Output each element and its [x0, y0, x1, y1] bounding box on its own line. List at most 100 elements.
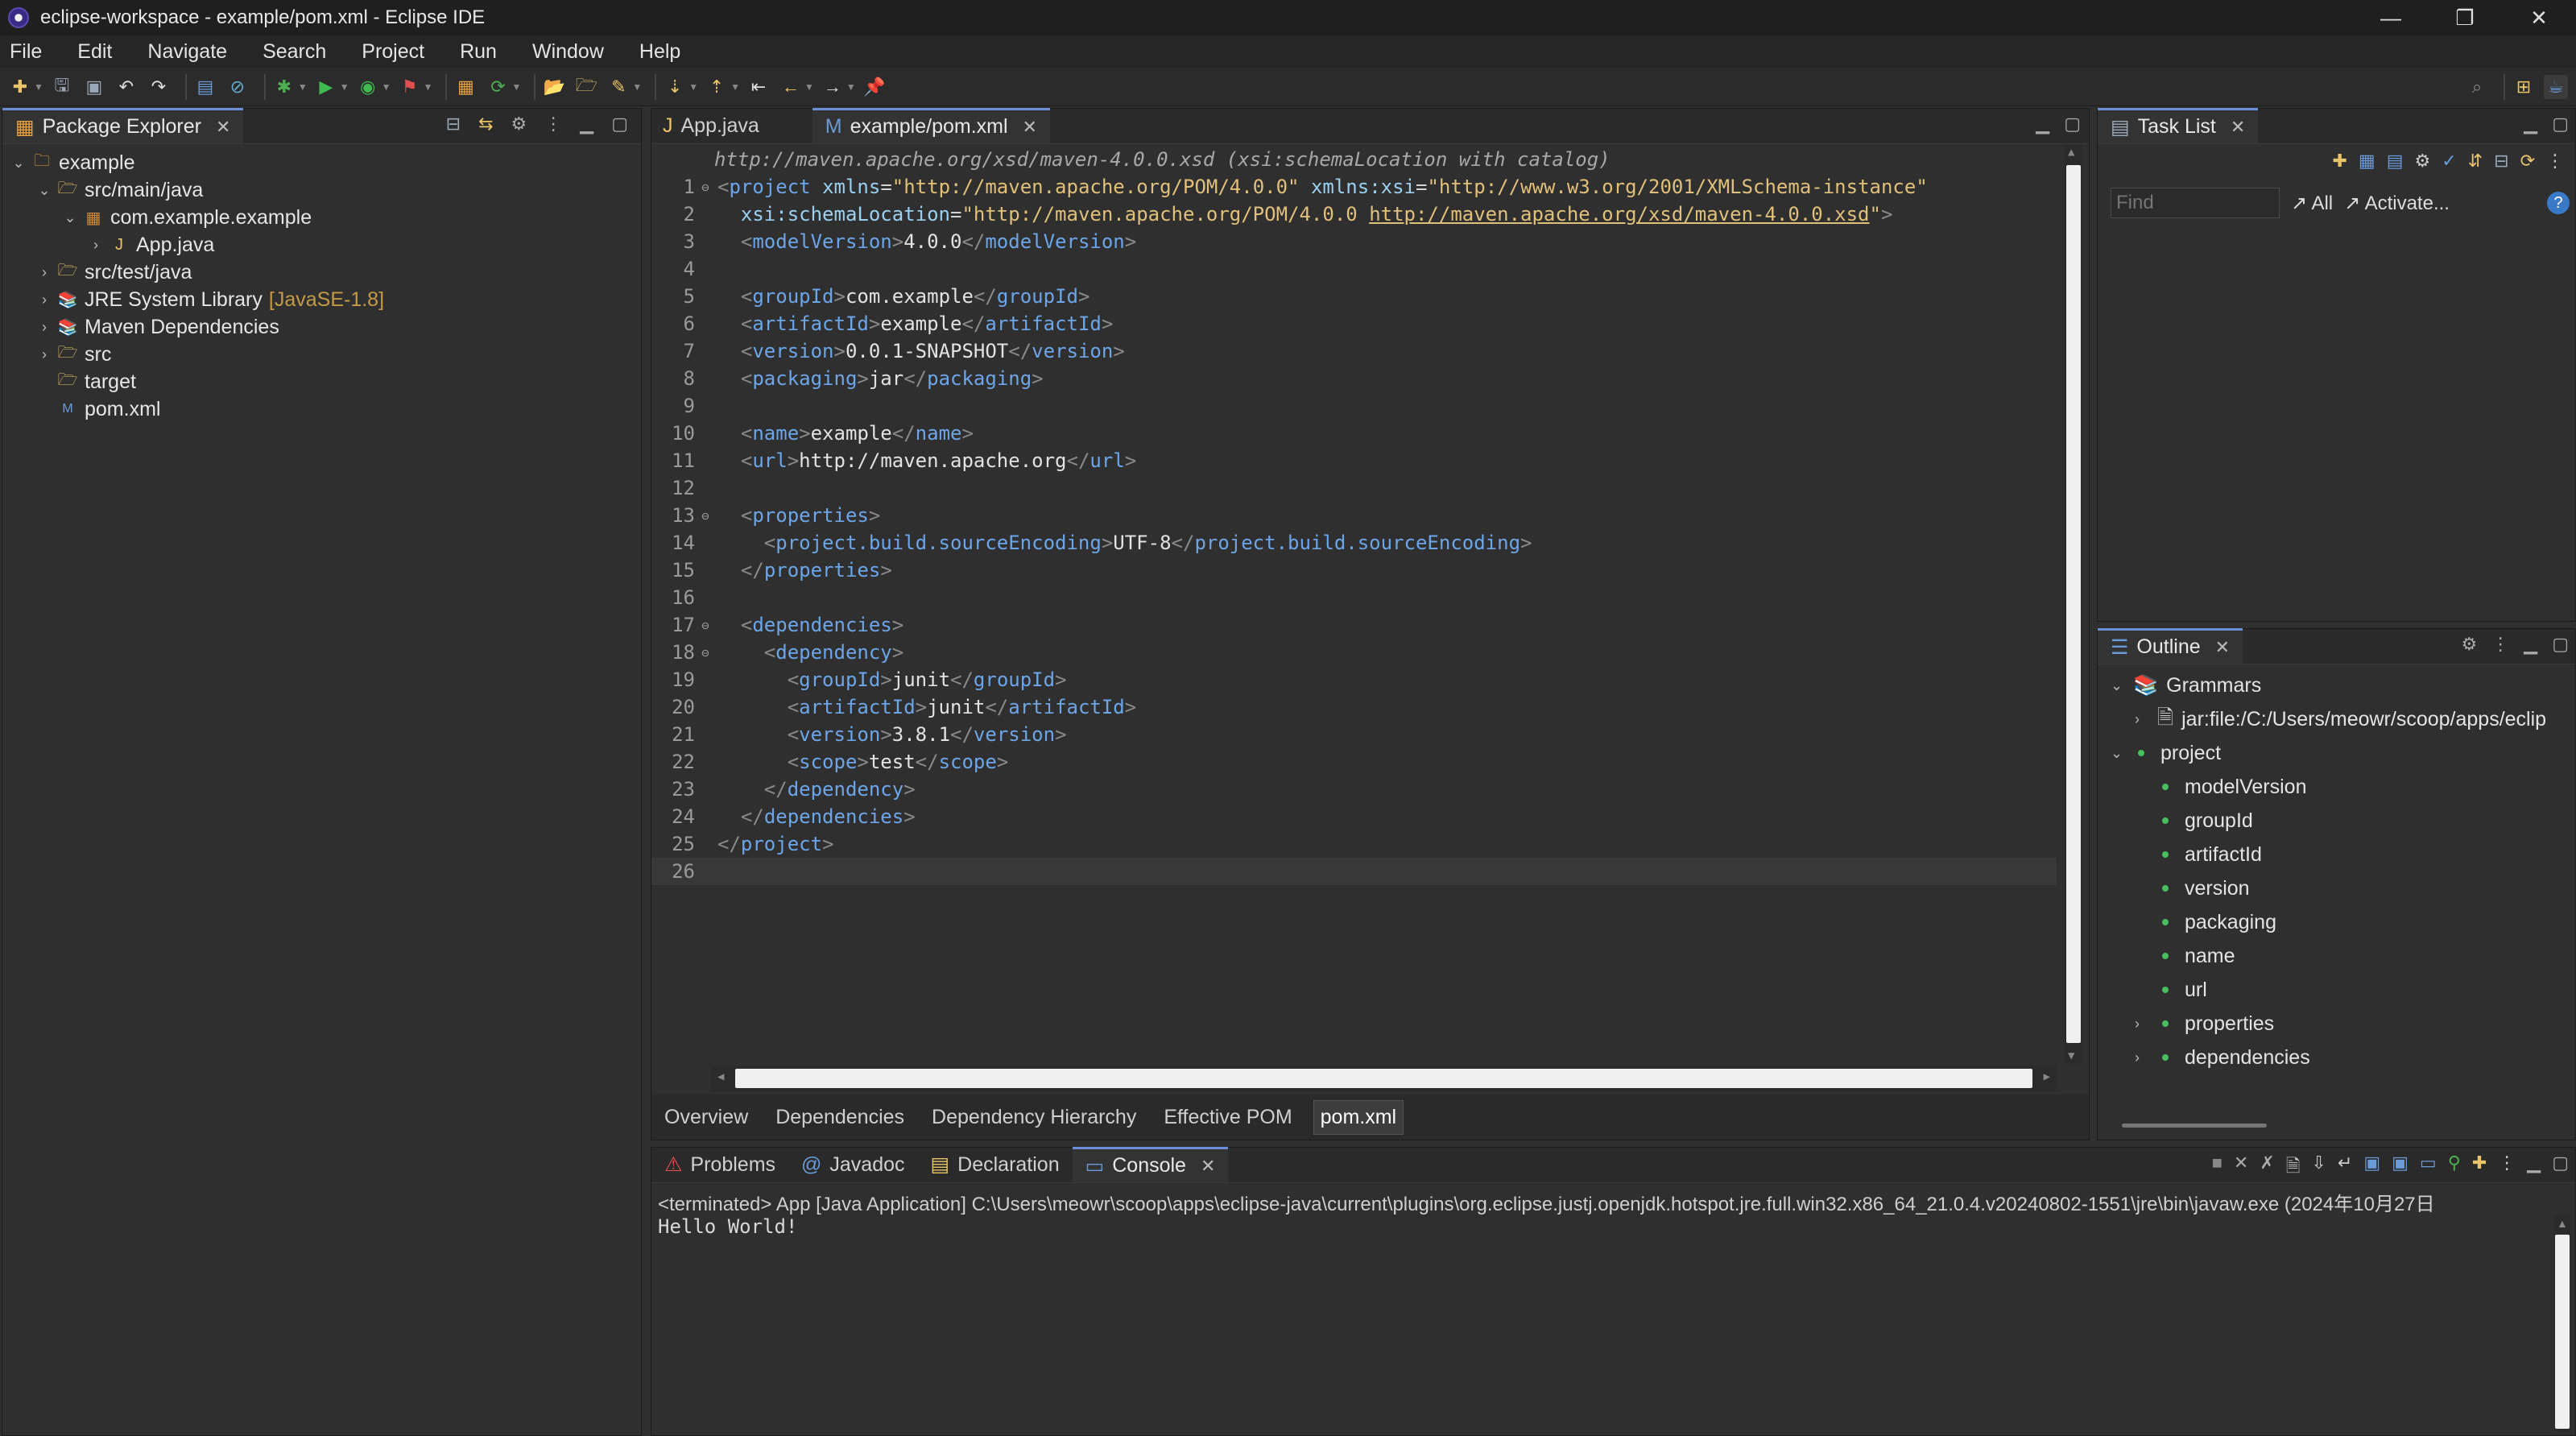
tree-item-target[interactable]: 🗁 target — [36, 368, 136, 395]
close-icon[interactable]: ✕ — [1023, 117, 1037, 138]
coverage-icon[interactable]: ◉ — [356, 75, 380, 99]
tab-declaration[interactable]: ▤ Declaration — [918, 1147, 1073, 1182]
chevron-right-icon[interactable]: › — [36, 264, 52, 281]
collapse-all-icon[interactable]: ⊟ — [2494, 151, 2508, 172]
outline-item-name[interactable]: name — [2157, 940, 2235, 972]
minimize-view-icon[interactable]: ▁ — [580, 114, 593, 134]
console-scrollbar[interactable]: ▲ — [2554, 1215, 2570, 1432]
forward-icon[interactable]: → — [821, 75, 845, 99]
outline-item-grammar-file[interactable]: › 🗎 jar:file:/C:/Users/meowr/scoop/apps/… — [2135, 703, 2546, 735]
fold-icon[interactable]: ⊖ — [698, 618, 713, 633]
save-icon[interactable]: 🖫 — [50, 75, 74, 99]
menu-run[interactable]: Run — [460, 40, 497, 64]
tab-task-list[interactable]: ▤ Task List ✕ — [2098, 108, 2259, 143]
menu-project[interactable]: Project — [362, 40, 424, 64]
chevron-right-icon[interactable]: › — [36, 292, 52, 308]
outline-item-properties[interactable]: › properties — [2135, 1008, 2274, 1040]
chevron-down-icon[interactable]: ⌄ — [10, 155, 27, 172]
console-output[interactable]: Hello World! — [658, 1215, 797, 1238]
view-menu-icon[interactable]: ⋮ — [544, 114, 562, 134]
vertical-scrollbar[interactable]: ▲ ▼ — [2065, 144, 2082, 1064]
link-with-editor-icon[interactable]: ⇆ — [478, 114, 493, 134]
minimize-view-icon[interactable]: ▁ — [2036, 114, 2049, 134]
tree-item-pom-xml[interactable]: M pom.xml — [36, 395, 160, 423]
menu-window[interactable]: Window — [532, 40, 604, 64]
tree-item-package[interactable]: ⌄ ▦ com.example.example — [62, 204, 312, 231]
scheduled-icon[interactable]: ▤ — [2387, 151, 2404, 172]
new-icon[interactable]: ✚ — [8, 75, 32, 99]
filter-icon[interactable]: ⚙ — [2462, 634, 2478, 655]
back-icon[interactable]: ← — [779, 75, 803, 99]
collapse-all-icon[interactable]: ⊟ — [446, 114, 461, 134]
tab-dependencies[interactable]: Dependencies — [769, 1101, 911, 1134]
tree-item-src-test-java[interactable]: › 🗁 src/test/java — [36, 259, 192, 286]
chevron-right-icon[interactable]: › — [36, 319, 52, 336]
remove-launch-icon[interactable]: ✕ — [2234, 1153, 2248, 1183]
menu-edit[interactable]: Edit — [77, 40, 112, 64]
next-annotation-icon[interactable]: ⇣ — [663, 75, 687, 99]
maximize-view-icon[interactable]: ▢ — [2552, 114, 2569, 134]
last-edit-location-icon[interactable]: ⇤ — [746, 75, 771, 99]
remove-all-terminated-icon[interactable]: ✗ — [2260, 1153, 2274, 1183]
outline-item-artifactid[interactable]: artifactId — [2157, 838, 2262, 871]
tree-item-app-java[interactable]: › J App.java — [88, 231, 214, 259]
previous-annotation-icon[interactable]: ⇡ — [705, 75, 729, 99]
minimize-view-icon[interactable]: ▁ — [2524, 634, 2537, 655]
focus-icon[interactable]: ⇵ — [2468, 151, 2483, 172]
clear-console-icon[interactable]: 🗎 — [2286, 1153, 2301, 1183]
debug-icon[interactable]: ✱ — [272, 75, 296, 99]
restore-button[interactable]: ❐ — [2428, 0, 2502, 35]
synchronize-icon[interactable]: ⟳ — [2520, 151, 2535, 172]
word-wrap-icon[interactable]: ↵ — [2338, 1153, 2352, 1183]
tab-outline[interactable]: ☰ Outline ✕ — [2098, 628, 2243, 664]
display-console-icon[interactable]: ▭ — [2420, 1153, 2437, 1183]
categorized-icon[interactable]: ▦ — [2359, 151, 2375, 172]
xml-source-editor[interactable]: http://maven.apache.org/xsd/maven-4.0.0.… — [651, 144, 2089, 1091]
outline-item-groupid[interactable]: groupId — [2157, 805, 2253, 837]
pin-console-icon[interactable]: ⚲ — [2448, 1153, 2461, 1183]
terminate-icon[interactable]: ■ — [2212, 1153, 2222, 1183]
terminal-icon[interactable]: ▤ — [193, 75, 217, 99]
fold-icon[interactable]: ⊖ — [698, 508, 713, 523]
search-tool-icon[interactable]: ✎ — [606, 75, 631, 99]
hide-completed-icon[interactable]: ✓ — [2442, 151, 2456, 172]
java-perspective-icon[interactable]: ☕ — [2544, 74, 2568, 99]
menu-navigate[interactable]: Navigate — [147, 40, 227, 64]
menu-file[interactable]: File — [10, 40, 42, 64]
show-on-stderr-icon[interactable]: ▣ — [2392, 1153, 2409, 1183]
tab-app-java[interactable]: J App.java — [651, 108, 812, 143]
horizontal-scrollbar[interactable]: ◀ ▶ — [711, 1066, 2057, 1091]
tree-item-jre-library[interactable]: › 📚 JRE System Library [JavaSE-1.8] — [36, 286, 384, 313]
tree-item-src[interactable]: › 🗁 src — [36, 341, 111, 368]
chevron-down-icon[interactable]: ⌄ — [62, 209, 78, 226]
tab-pom-xml[interactable]: M example/pom.xml ✕ — [812, 108, 1050, 143]
redo-icon[interactable]: ↷ — [147, 75, 171, 99]
undo-icon[interactable]: ↶ — [114, 75, 139, 99]
view-menu-icon[interactable]: ⋮ — [2546, 151, 2564, 172]
close-icon[interactable]: ✕ — [1201, 1156, 1215, 1177]
tab-overview[interactable]: Overview — [658, 1101, 755, 1134]
tab-pom-xml-source[interactable]: pom.xml — [1313, 1099, 1404, 1135]
tab-dependency-hierarchy[interactable]: Dependency Hierarchy — [925, 1101, 1143, 1134]
tree-item-src-main-java[interactable]: ⌄ 🗁 src/main/java — [36, 176, 203, 204]
minimize-button[interactable]: — — [2354, 0, 2428, 35]
tab-package-explorer[interactable]: ▦ Package Explorer ✕ — [2, 108, 244, 143]
save-all-icon[interactable]: ▣ — [82, 75, 106, 99]
tree-item-example[interactable]: ⌄ 🗀 example — [10, 149, 134, 176]
external-tools-icon[interactable]: ⚑ — [398, 75, 422, 99]
close-icon[interactable]: ✕ — [2231, 117, 2245, 138]
outline-item-dependencies[interactable]: › dependencies — [2135, 1041, 2310, 1074]
new-java-project-icon[interactable]: ▦ — [453, 75, 478, 99]
close-icon[interactable]: ✕ — [2215, 637, 2230, 658]
maximize-view-icon[interactable]: ▢ — [2552, 634, 2569, 655]
tab-javadoc[interactable]: @ Javadoc — [788, 1147, 918, 1182]
activate-task-link[interactable]: ↗ Activate... — [2344, 192, 2450, 215]
new-task-icon[interactable]: ✚ — [2332, 151, 2347, 172]
show-on-stdout-icon[interactable]: ▣ — [2363, 1153, 2380, 1183]
outline-item-grammars[interactable]: ⌄ 📚 Grammars — [2111, 669, 2261, 701]
view-menu-icon[interactable]: ⋮ — [2498, 1153, 2516, 1183]
tab-console[interactable]: ▭ Console ✕ — [1072, 1147, 1229, 1182]
outline-item-version[interactable]: version — [2157, 872, 2250, 904]
open-perspective-icon[interactable]: ⊞ — [2512, 75, 2536, 99]
chevron-right-icon[interactable]: › — [36, 346, 52, 363]
